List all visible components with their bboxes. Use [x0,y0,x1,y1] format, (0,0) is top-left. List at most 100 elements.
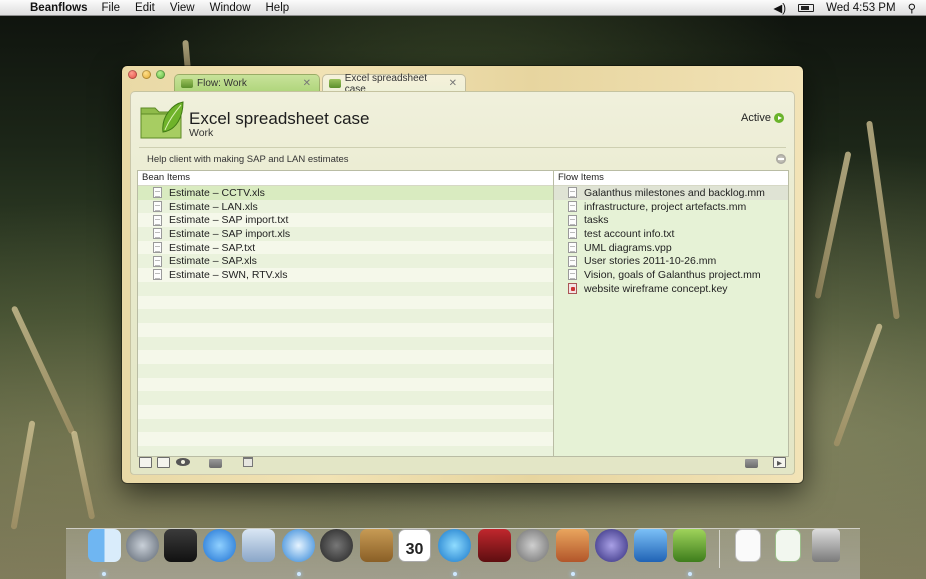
mission-control-icon[interactable] [164,529,197,562]
case-description[interactable]: Help client with making SAP and LAN esti… [147,154,349,165]
item-label: Vision, goals of Galanthus project.mm [584,268,761,281]
flow-item-row[interactable]: website wireframe concept.key [554,282,788,296]
new-bean-item-icon[interactable] [139,457,152,468]
document-icon [153,228,162,240]
item-label: User stories 2011-10-26.mm [584,255,717,268]
document-icon [153,201,162,213]
document-icon [568,228,577,240]
numbers-icon[interactable] [634,529,667,562]
xcode-icon[interactable] [595,529,628,562]
bean-items-header: Bean Items [138,171,553,186]
flow-item-row[interactable]: User stories 2011-10-26.mm [554,254,788,268]
bean-item-row[interactable]: Estimate – LAN.xls [138,199,553,214]
mail-icon[interactable] [242,529,275,562]
status-label: Active [741,112,771,124]
present-icon[interactable]: ▸ [773,457,786,469]
zoom-window-button[interactable] [156,70,165,79]
minimize-window-button[interactable] [142,70,151,79]
menu-file[interactable]: File [102,2,121,14]
menu-view[interactable]: View [170,2,195,14]
add-flow-folder-icon[interactable] [745,459,758,468]
menu-window[interactable]: Window [210,2,251,14]
close-tab-icon[interactable]: ✕ [303,78,311,89]
bean-item-row[interactable]: Estimate – SWN, RTV.xls [138,268,553,282]
spreadsheet-document-icon[interactable] [775,529,801,562]
dock-separator [719,530,720,568]
case-content: Excel spreadsheet case Work Active Help … [130,91,795,475]
reveal-in-folder-icon[interactable] [209,459,222,468]
empty-row [138,281,553,296]
document-icon [568,201,577,213]
empty-row [138,418,553,433]
empty-row [138,336,553,351]
trash-dock-icon[interactable] [812,529,840,562]
flow-item-row[interactable]: UML diagrams.vpp [554,241,788,255]
system-preferences-icon[interactable] [516,529,549,562]
keynote-icon[interactable] [556,529,589,562]
background-grass [10,305,76,435]
empty-row [138,309,553,323]
menu-clock[interactable]: Wed 4:53 PM [826,2,895,14]
spotlight-icon[interactable]: ⚲ [908,1,916,15]
launchpad-icon[interactable] [126,529,159,562]
trash-icon[interactable] [243,457,253,467]
flow-item-row[interactable]: test account info.txt [554,227,788,241]
flow-item-row[interactable]: tasks [554,213,788,227]
case-tab-icon [329,79,341,88]
bean-item-row[interactable]: Estimate – SAP import.txt [138,213,553,228]
document-icon [568,255,577,267]
flow-item-row[interactable]: Vision, goals of Galanthus project.mm [554,268,788,282]
running-indicator [102,572,106,576]
collapse-description-button[interactable] [776,154,786,164]
document-icon [153,269,162,281]
beanflows-dock-icon[interactable] [673,529,706,562]
background-grass [10,420,36,530]
volume-icon[interactable]: ◀) [773,1,786,15]
tab-flow-work[interactable]: Flow: Work ✕ [174,74,320,92]
document-icon [568,269,577,281]
running-indicator [571,572,575,576]
item-label: Estimate – SAP import.xls [169,227,291,240]
case-flow-name: Work [189,127,214,139]
empty-row [138,405,553,419]
app-menu[interactable]: Beanflows [30,2,88,14]
document-icon [153,242,162,254]
flow-items-header: Flow Items [554,171,788,186]
play-icon[interactable] [774,113,784,123]
close-tab-icon[interactable]: ✕ [449,78,457,89]
bean-item-row[interactable]: Estimate – CCTV.xls [138,186,553,200]
address-book-icon[interactable] [360,529,393,562]
item-label: infrastructure, project artefacts.mm [584,200,747,213]
app-store-icon[interactable] [203,529,236,562]
background-grass [866,120,900,320]
flow-item-row[interactable]: Galanthus milestones and backlog.mm [554,186,788,200]
facetime-icon[interactable] [320,529,353,562]
bottom-toolbar: ▸ [137,456,788,470]
battery-icon[interactable] [798,3,815,12]
background-grass [814,151,852,299]
item-label: Estimate – LAN.xls [169,200,258,213]
empty-row [138,432,553,447]
finder-icon[interactable] [88,529,121,562]
menu-edit[interactable]: Edit [135,2,155,14]
itunes-icon[interactable] [438,529,471,562]
item-label: test account info.txt [584,227,675,240]
photo-booth-icon[interactable] [478,529,511,562]
document-icon [568,187,577,199]
link-bean-item-icon[interactable] [157,457,170,468]
menu-help[interactable]: Help [266,2,290,14]
bean-item-row[interactable]: Estimate – SAP import.xls [138,227,553,241]
tab-excel-spreadsheet-case[interactable]: Excel spreadsheet case ✕ [322,73,466,95]
calendar-icon[interactable]: 30 [398,529,431,562]
bean-item-row[interactable]: Estimate – SAP.txt [138,240,553,255]
close-window-button[interactable] [128,70,137,79]
bean-item-row[interactable]: Estimate – SAP.xls [138,254,553,269]
quick-look-icon[interactable] [176,458,190,466]
document-icon [153,214,162,226]
txt-document-icon[interactable] [735,529,761,562]
running-indicator [453,572,457,576]
menu-bar: Beanflows File Edit View Window Help ◀) … [0,0,926,16]
case-status[interactable]: Active [741,112,784,124]
flow-item-row[interactable]: infrastructure, project artefacts.mm [554,200,788,214]
safari-icon[interactable] [282,529,315,562]
